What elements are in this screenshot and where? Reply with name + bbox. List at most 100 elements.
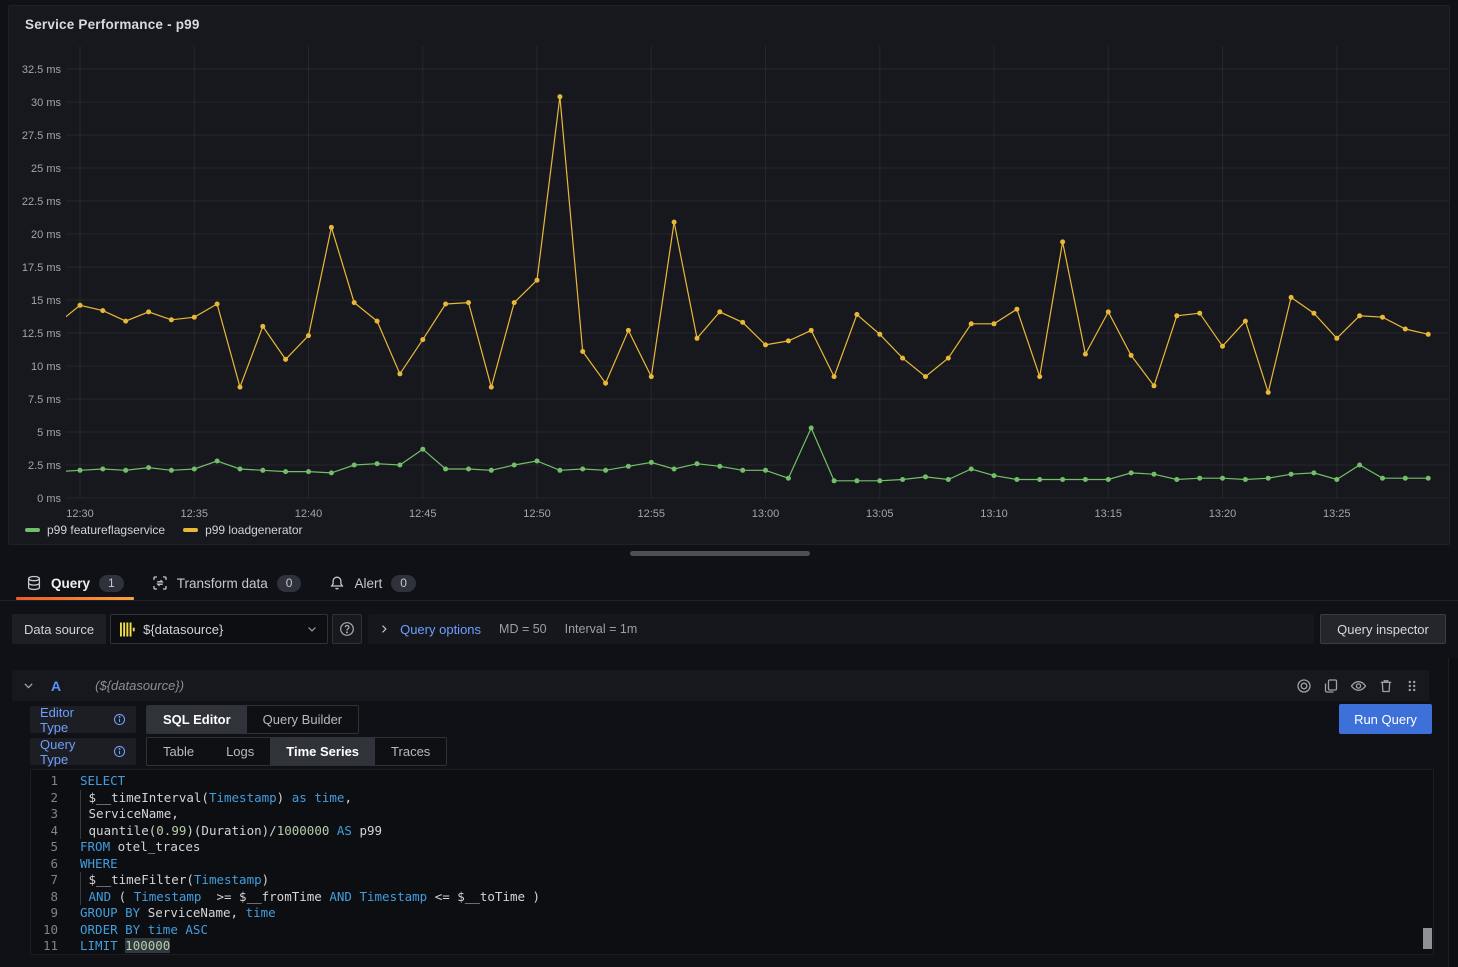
code-text: quantile(0.99)(Duration)/1000000 AS p99 xyxy=(80,823,382,840)
eye-icon[interactable] xyxy=(1350,678,1367,694)
code-text: GROUP BY ServiceName, time xyxy=(80,905,276,922)
editor-type-row: Editor Type SQL EditorQuery Builder xyxy=(30,705,359,734)
code-line: 6WHERE xyxy=(31,856,1433,873)
query-type-logs[interactable]: Logs xyxy=(210,738,270,765)
query-type-table[interactable]: Table xyxy=(147,738,210,765)
svg-text:12:30: 12:30 xyxy=(66,508,94,520)
tab-bar: Query1 Transform data 0 Alert0 xyxy=(0,566,1458,601)
info-circle-icon xyxy=(113,745,126,758)
query-type-traces[interactable]: Traces xyxy=(375,738,446,765)
svg-text:22.5 ms: 22.5 ms xyxy=(22,196,62,208)
svg-text:13:20: 13:20 xyxy=(1209,508,1237,520)
info-circle-icon xyxy=(113,713,126,726)
legend-item-p99-loadgenerator[interactable]: p99 loadgenerator xyxy=(183,523,302,537)
code-text: SELECT xyxy=(80,773,125,790)
legend-item-p99-featureflagservice[interactable]: p99 featureflagservice xyxy=(25,523,165,537)
query-row-header[interactable]: A (${datasource}) xyxy=(12,670,1429,701)
code-text: $__timeFilter(Timestamp) xyxy=(80,872,269,889)
tab-alert[interactable]: Alert0 xyxy=(315,566,429,600)
chevron-down-icon[interactable] xyxy=(22,679,35,692)
query-type-label: Query Type xyxy=(30,738,136,765)
line-number: 1 xyxy=(31,773,58,790)
clickhouse-logo-icon xyxy=(120,622,135,637)
code-line: 10ORDER BY time ASC xyxy=(31,922,1433,939)
query-options-interval: Interval = 1m xyxy=(565,622,638,636)
svg-text:12:40: 12:40 xyxy=(295,508,323,520)
line-number: 10 xyxy=(31,922,58,939)
datasource-select[interactable]: ${datasource} xyxy=(110,614,328,644)
svg-text:13:10: 13:10 xyxy=(980,508,1008,520)
query-actions xyxy=(1296,678,1419,694)
code-line: 7 $__timeFilter(Timestamp) xyxy=(31,872,1433,889)
legend-series-label: p99 featureflagservice xyxy=(47,523,165,537)
legend-series-dash xyxy=(25,528,40,532)
code-line: 1 SELECT xyxy=(31,773,1433,790)
question-circle-icon xyxy=(339,621,355,637)
code-line: 8 AND ( Timestamp >= $__fromTime AND Tim… xyxy=(31,889,1433,906)
svg-text:13:05: 13:05 xyxy=(866,508,894,520)
sql-editor[interactable]: 1SELECT2 $__timeInterval(Timestamp) as t… xyxy=(30,769,1434,955)
tab-label: Alert xyxy=(354,576,382,591)
svg-text:30 ms: 30 ms xyxy=(31,97,61,109)
page-scrollbar-track[interactable] xyxy=(1448,658,1458,967)
svg-text:10 ms: 10 ms xyxy=(31,361,61,373)
query-ref-label: A xyxy=(51,678,61,694)
chevron-right-icon xyxy=(378,623,390,635)
tab-transform-data[interactable]: Transform data 0 xyxy=(138,566,316,600)
svg-text:0 ms: 0 ms xyxy=(37,493,61,505)
line-number: 6 xyxy=(31,856,58,873)
datasource-row: Data source ${datasource} Query options … xyxy=(12,614,1446,644)
query-datasource-label: (${datasource}) xyxy=(95,678,184,693)
svg-text:12.5 ms: 12.5 ms xyxy=(22,328,62,340)
svg-text:7.5 ms: 7.5 ms xyxy=(28,394,62,406)
svg-text:12:55: 12:55 xyxy=(637,508,665,520)
svg-text:12:35: 12:35 xyxy=(180,508,208,520)
legend-series-dash xyxy=(183,528,198,532)
record-circle-icon[interactable] xyxy=(1296,678,1312,694)
svg-text:13:00: 13:00 xyxy=(752,508,780,520)
editor-scrollbar-thumb[interactable] xyxy=(1423,928,1432,949)
query-type-time-series[interactable]: Time Series xyxy=(270,738,375,765)
code-text: ServiceName, xyxy=(80,806,179,823)
copy-icon[interactable] xyxy=(1323,678,1339,694)
horizontal-scrollbar-thumb[interactable] xyxy=(630,551,810,556)
datasource-value: ${datasource} xyxy=(143,622,298,637)
editor-type-query-builder[interactable]: Query Builder xyxy=(247,706,358,733)
database-icon xyxy=(26,575,42,591)
svg-text:13:25: 13:25 xyxy=(1323,508,1351,520)
line-number: 5 xyxy=(31,839,58,856)
query-type-segments: TableLogsTime SeriesTraces xyxy=(146,737,447,766)
transform-icon xyxy=(152,575,168,591)
tab-query[interactable]: Query1 xyxy=(12,566,138,600)
run-query-button[interactable]: Run Query xyxy=(1339,704,1432,734)
svg-text:25 ms: 25 ms xyxy=(31,163,61,175)
editor-type-segments: SQL EditorQuery Builder xyxy=(146,705,359,734)
trash-icon[interactable] xyxy=(1378,678,1394,694)
query-options-label: Query options xyxy=(400,622,481,637)
panel-title: Service Performance - p99 xyxy=(25,17,200,32)
svg-text:27.5 ms: 27.5 ms xyxy=(22,130,62,142)
editor-type-sql-editor[interactable]: SQL Editor xyxy=(147,706,247,733)
code-text: LIMIT 100000 xyxy=(80,938,170,955)
timeseries-panel: 0 ms2.5 ms5 ms7.5 ms10 ms12.5 ms15 ms17.… xyxy=(8,5,1450,545)
query-inspector-button[interactable]: Query inspector xyxy=(1320,614,1446,644)
code-text: FROM otel_traces xyxy=(80,839,200,856)
code-text: $__timeInterval(Timestamp) as time, xyxy=(80,790,352,807)
svg-text:17.5 ms: 17.5 ms xyxy=(22,262,62,274)
line-number: 8 xyxy=(31,889,58,906)
chart-legend: p99 featureflagservice p99 loadgenerator xyxy=(25,523,303,537)
code-line: 9 GROUP BY ServiceName, time xyxy=(31,905,1433,922)
chevron-down-icon xyxy=(306,623,318,635)
query-type-row: Query Type TableLogsTime SeriesTraces xyxy=(30,737,447,766)
line-number: 9 xyxy=(31,905,58,922)
datasource-help-button[interactable] xyxy=(332,614,362,644)
tab-label: Query xyxy=(51,576,90,591)
line-number: 3 xyxy=(31,806,58,823)
editor-type-label: Editor Type xyxy=(30,706,136,733)
sql-code: 1SELECT2 $__timeInterval(Timestamp) as t… xyxy=(31,773,1433,955)
tab-count-badge: 0 xyxy=(277,575,302,592)
query-options-toggle[interactable]: Query options MD = 50 Interval = 1m xyxy=(368,614,1314,644)
tab-label: Transform data xyxy=(177,576,268,591)
drag-handle-icon[interactable] xyxy=(1405,678,1419,694)
svg-text:2.5 ms: 2.5 ms xyxy=(28,460,62,472)
